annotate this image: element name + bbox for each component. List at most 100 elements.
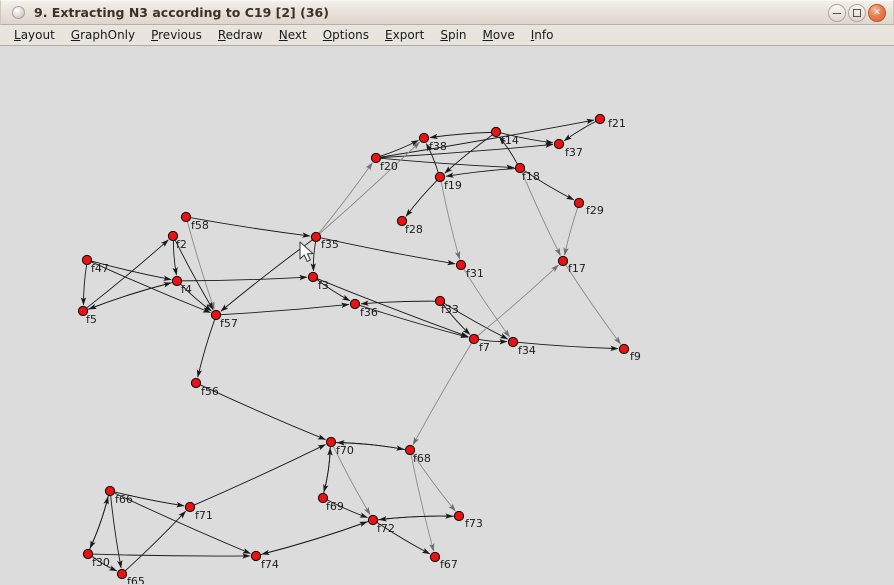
node-dot[interactable] bbox=[116, 568, 128, 580]
graph-node-f33[interactable]: f33 bbox=[434, 295, 459, 316]
graph-node-f4[interactable]: f4 bbox=[171, 275, 192, 296]
window-title: 9. Extracting N3 according to C19 [2] (3… bbox=[34, 5, 329, 20]
graph-node-f28[interactable]: f28 bbox=[396, 215, 423, 236]
node-dot[interactable] bbox=[325, 436, 337, 448]
graph-node-f17[interactable]: f17 bbox=[557, 255, 586, 275]
menu-item-previous[interactable]: Previous bbox=[143, 26, 210, 45]
graph-edge bbox=[521, 172, 561, 256]
graph-node-f29[interactable]: f29 bbox=[573, 197, 604, 217]
menu-item-next[interactable]: Next bbox=[271, 26, 315, 45]
graph-node-f19[interactable]: f19 bbox=[434, 171, 462, 192]
edge-layer bbox=[80, 118, 621, 572]
node-dot[interactable] bbox=[490, 126, 502, 138]
graph-drawing: f21 f14 f38 f37 f20 f18 f19 f29 f58 f28 f35 f2 f47 f1… bbox=[77, 113, 641, 584]
node-label: f34 bbox=[518, 344, 536, 357]
node-label: f19 bbox=[444, 179, 462, 192]
node-label: f37 bbox=[565, 146, 583, 159]
node-label: f57 bbox=[220, 317, 238, 330]
graph-edge bbox=[261, 520, 369, 555]
graph-node-f69[interactable]: f69 bbox=[317, 492, 344, 513]
node-dot[interactable] bbox=[453, 510, 465, 522]
menu-item-graphonly[interactable]: GraphOnly bbox=[63, 26, 143, 45]
graph-node-f2[interactable]: f2 bbox=[167, 230, 187, 251]
node-dot[interactable] bbox=[250, 550, 262, 562]
node-label: f36 bbox=[360, 306, 378, 319]
node-dot[interactable] bbox=[557, 255, 569, 267]
node-dot[interactable] bbox=[307, 271, 319, 283]
node-dot[interactable] bbox=[184, 501, 196, 513]
graph-node-f36[interactable]: f36 bbox=[349, 298, 378, 319]
graph-node-f31[interactable]: f31 bbox=[455, 259, 484, 280]
graph-node-f66[interactable]: f66 bbox=[104, 485, 133, 506]
graph-node-f71[interactable]: f71 bbox=[184, 501, 213, 522]
graph-edge bbox=[186, 221, 215, 310]
graph-edge bbox=[429, 131, 492, 140]
graph-node-f7[interactable]: f7 bbox=[468, 333, 490, 354]
menu-item-info[interactable]: Info bbox=[523, 26, 562, 45]
node-dot[interactable] bbox=[455, 259, 467, 271]
menu-item-export[interactable]: Export bbox=[377, 26, 432, 45]
graph-node-f68[interactable]: f68 bbox=[404, 444, 431, 465]
graph-node-f18[interactable]: f18 bbox=[514, 162, 540, 183]
graph-node-f14[interactable]: f14 bbox=[490, 126, 519, 147]
graph-edge bbox=[220, 239, 313, 312]
graph-node-f9[interactable]: f9 bbox=[618, 343, 641, 363]
graph-node-f5[interactable]: f5 bbox=[77, 305, 97, 326]
menu-item-spin[interactable]: Spin bbox=[432, 26, 474, 45]
node-dot[interactable] bbox=[310, 231, 322, 243]
graph-canvas[interactable]: f21 f14 f38 f37 f20 f18 f19 f29 f58 f28 f35 f2 f47 f1… bbox=[0, 46, 894, 584]
close-button[interactable]: ✕ bbox=[868, 4, 886, 22]
graph-node-f35[interactable]: f35 bbox=[310, 231, 339, 251]
node-dot[interactable] bbox=[429, 551, 441, 563]
node-dot[interactable] bbox=[418, 132, 430, 144]
menu-item-move[interactable]: Move bbox=[475, 26, 523, 45]
graph-node-f67[interactable]: f67 bbox=[429, 551, 458, 571]
node-dot[interactable] bbox=[594, 113, 606, 125]
node-label: f31 bbox=[466, 267, 484, 280]
graph-edge bbox=[80, 264, 88, 306]
menu-item-options[interactable]: Options bbox=[315, 26, 377, 45]
maximize-button[interactable] bbox=[848, 4, 866, 22]
node-layer: f21 f14 f38 f37 f20 f18 f19 f29 f58 f28 f35 f2 f47 f1… bbox=[77, 113, 641, 584]
graph-node-f30[interactable]: f30 bbox=[82, 548, 110, 569]
graph-node-f74[interactable]: f74 bbox=[250, 550, 279, 571]
node-dot[interactable] bbox=[507, 336, 519, 348]
graph-edge bbox=[444, 134, 493, 174]
graph-edge bbox=[445, 168, 516, 178]
graph-node-f34[interactable]: f34 bbox=[507, 336, 536, 357]
node-dot[interactable] bbox=[180, 211, 192, 223]
node-label: f58 bbox=[191, 219, 209, 232]
node-label: f67 bbox=[440, 558, 458, 571]
node-dot[interactable] bbox=[190, 377, 202, 389]
graph-node-f3[interactable]: f3 bbox=[307, 271, 329, 292]
node-label: f73 bbox=[465, 517, 483, 530]
graph-edge bbox=[565, 264, 621, 345]
graph-node-f65[interactable]: f65 bbox=[116, 568, 145, 584]
node-label: f69 bbox=[326, 500, 344, 513]
node-dot[interactable] bbox=[618, 343, 630, 355]
menu-item-redraw[interactable]: Redraw bbox=[210, 26, 271, 45]
graph-node-f37[interactable]: f37 bbox=[553, 138, 583, 159]
minimize-button[interactable] bbox=[828, 4, 846, 22]
graph-edge bbox=[477, 264, 559, 337]
node-dot[interactable] bbox=[468, 333, 480, 345]
node-label: f14 bbox=[501, 134, 519, 147]
graph-node-f21[interactable]: f21 bbox=[594, 113, 626, 130]
circle-icon bbox=[12, 6, 25, 19]
node-label: f9 bbox=[630, 350, 641, 363]
node-label: f56 bbox=[201, 385, 219, 398]
graph-edge bbox=[405, 180, 438, 217]
node-label: f68 bbox=[413, 452, 431, 465]
node-dot[interactable] bbox=[573, 197, 585, 209]
menu-item-layout[interactable]: Layout bbox=[6, 26, 63, 45]
graph-node-f58[interactable]: f58 bbox=[180, 211, 209, 232]
graph-edge bbox=[91, 261, 211, 314]
graph-edge bbox=[360, 300, 436, 306]
graph-node-f56[interactable]: f56 bbox=[190, 377, 219, 398]
node-dot[interactable] bbox=[553, 138, 565, 150]
graph-node-f73[interactable]: f73 bbox=[453, 510, 483, 530]
graph-node-f57[interactable]: f57 bbox=[210, 309, 238, 330]
window-controls: ✕ bbox=[828, 4, 886, 22]
node-dot[interactable] bbox=[104, 485, 116, 497]
node-dot[interactable] bbox=[349, 298, 361, 310]
